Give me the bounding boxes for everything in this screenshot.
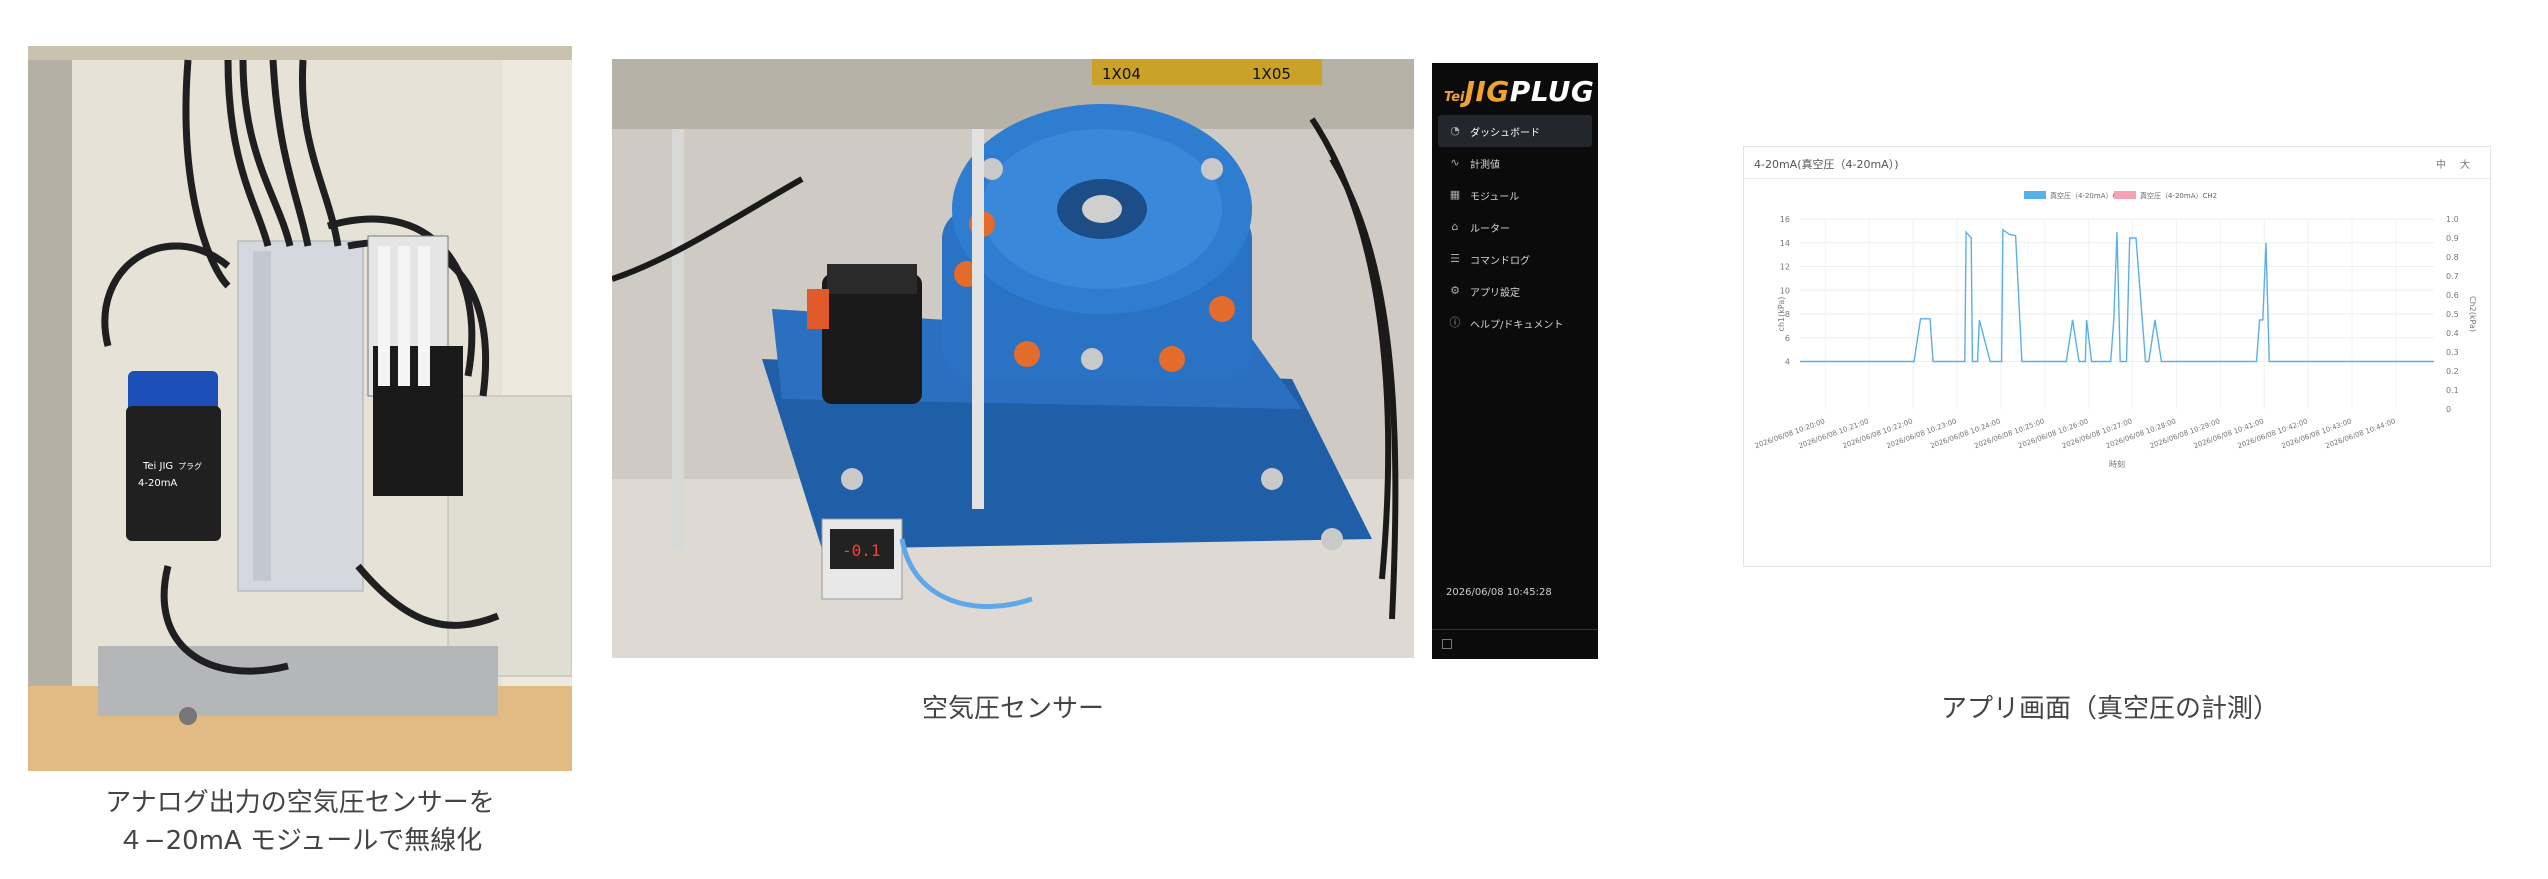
jig-tag-2: 1X05 xyxy=(1252,65,1291,83)
logo-prefix: Tei xyxy=(1444,90,1465,105)
sidebar-item-module[interactable]: ▦ モジュール xyxy=(1438,179,1592,211)
pressure-sensor-photo: 1X04 1X05 -0.1 xyxy=(612,59,1414,658)
sidebar-item-help[interactable]: ⓘ ヘルプ/ドキュメント xyxy=(1438,307,1592,339)
command-log-icon: ☰ xyxy=(1450,252,1460,265)
y-tick-right: 0.1 xyxy=(2446,386,2459,395)
cabinet-photo: Tei JIG 4-20mA プラグ xyxy=(28,46,572,771)
sidebar-item-settings[interactable]: ⚙ アプリ設定 xyxy=(1438,275,1592,307)
collapse-icon[interactable] xyxy=(1442,639,1452,649)
sidebar-item-router[interactable]: ⌂ ルーター xyxy=(1438,211,1592,243)
y-axis-label-right: Ch2(kPa) xyxy=(2468,296,2477,332)
sidebar-item-label: ルーター xyxy=(1470,223,1510,235)
sidebar-item-label: モジュール xyxy=(1470,191,1520,203)
module-sub-text: プラグ xyxy=(178,461,202,471)
y-tick-left: 10 xyxy=(1780,286,1790,295)
y-tick-left: 6 xyxy=(1785,334,1790,343)
sidebar-item-label: ダッシュボード xyxy=(1470,127,1540,139)
y-tick-right: 0 xyxy=(2446,405,2451,414)
sidebar-item-label: アプリ設定 xyxy=(1470,287,1520,299)
vacuum-pressure-chart: 真空圧（4-20mA）CH1 真空圧（4-20mA）CH2161412108641… xyxy=(1754,191,2477,469)
chart-card-header: 4-20mA(真空圧（4-20mA）) 中 大 xyxy=(1744,147,2490,179)
y-tick-right: 0.5 xyxy=(2446,310,2459,319)
sidebar-item-label: 計測値 xyxy=(1470,159,1500,171)
sidebar-item-measure[interactable]: ∿ 計測値 xyxy=(1438,147,1592,179)
sidebar-item-dashboard[interactable]: ◔ ダッシュボード xyxy=(1438,115,1592,147)
meter-reading: -0.1 xyxy=(842,541,881,560)
logo-jig: JIG xyxy=(1464,75,1510,108)
help-icon: ⓘ xyxy=(1449,316,1461,329)
sidebar-item-label: ヘルプ/ドキュメント xyxy=(1470,319,1564,331)
app-logo: TeiJIGPLUG xyxy=(1444,75,1594,108)
legend-swatch xyxy=(2024,191,2046,199)
y-tick-right: 0.3 xyxy=(2446,348,2459,357)
y-tick-right: 0.9 xyxy=(2446,234,2459,243)
y-tick-left: 14 xyxy=(1780,239,1790,248)
legend-swatch xyxy=(2114,191,2136,199)
sidebar-item-command-log[interactable]: ☰ コマンドログ xyxy=(1438,243,1592,275)
caption-left-line1: アナログ出力の空気圧センサーを xyxy=(105,788,495,818)
sidebar-item-label: コマンドログ xyxy=(1470,255,1530,267)
series-line xyxy=(1800,228,2434,363)
jig-tag-1: 1X04 xyxy=(1102,65,1141,83)
y-tick-left: 4 xyxy=(1785,358,1790,367)
sidebar-divider xyxy=(1432,629,1598,630)
y-tick-right: 0.2 xyxy=(2446,367,2459,376)
module-icon: ▦ xyxy=(1449,188,1461,201)
y-tick-right: 0.6 xyxy=(2446,291,2459,300)
size-medium-button[interactable]: 中 xyxy=(2436,156,2446,171)
chart-card-title: 4-20mA(真空圧（4-20mA）) xyxy=(1754,158,1899,171)
caption-middle: 空気圧センサー xyxy=(921,694,1104,724)
settings-icon: ⚙ xyxy=(1450,284,1460,297)
y-axis-label-left: ch1(kPa) xyxy=(1777,297,1786,332)
app-sidebar: TeiJIGPLUG ◔ ダッシュボード ∿ 計測値 ▦ モジュール ⌂ ルーター ☰ コマンドロ… xyxy=(1432,63,1598,659)
y-tick-left: 16 xyxy=(1780,215,1790,224)
legend-label: 真空圧（4-20mA）CH2 xyxy=(2140,191,2217,200)
caption-right: アプリ画面（真空圧の計測） xyxy=(1940,694,2279,724)
y-tick-right: 0.7 xyxy=(2446,272,2459,281)
sidebar-timestamp: 2026/06/08 10:45:28 xyxy=(1446,587,1552,598)
dashboard-icon: ◔ xyxy=(1450,124,1460,137)
measure-icon: ∿ xyxy=(1450,156,1460,169)
logo-plug: PLUG xyxy=(1509,75,1595,108)
y-tick-left: 12 xyxy=(1780,263,1790,272)
chart-card: 4-20mA(真空圧（4-20mA）) 中 大 真空圧（4-20mA）CH1 真空… xyxy=(1743,146,2491,567)
size-large-button[interactable]: 大 xyxy=(2460,156,2470,171)
module-type-text: 4-20mA xyxy=(138,478,177,489)
x-tick: 2026/06/08 10:20:00 xyxy=(1754,417,1826,450)
caption-left-line2: ４−20mA モジュールで無線化 xyxy=(117,826,483,856)
y-tick-right: 0.8 xyxy=(2446,253,2459,262)
router-icon: ⌂ xyxy=(1451,220,1459,233)
x-axis-label: 時刻 xyxy=(2109,459,2125,469)
sidebar-nav: ◔ ダッシュボード ∿ 計測値 ▦ モジュール ⌂ ルーター ☰ コマンドログ ⚙ アプリ設定 ⓘ ヘルプ… xyxy=(1438,115,1592,339)
y-tick-right: 1.0 xyxy=(2446,215,2459,224)
module-brand-text: Tei JIG xyxy=(142,461,173,472)
y-tick-right: 0.4 xyxy=(2446,329,2459,338)
